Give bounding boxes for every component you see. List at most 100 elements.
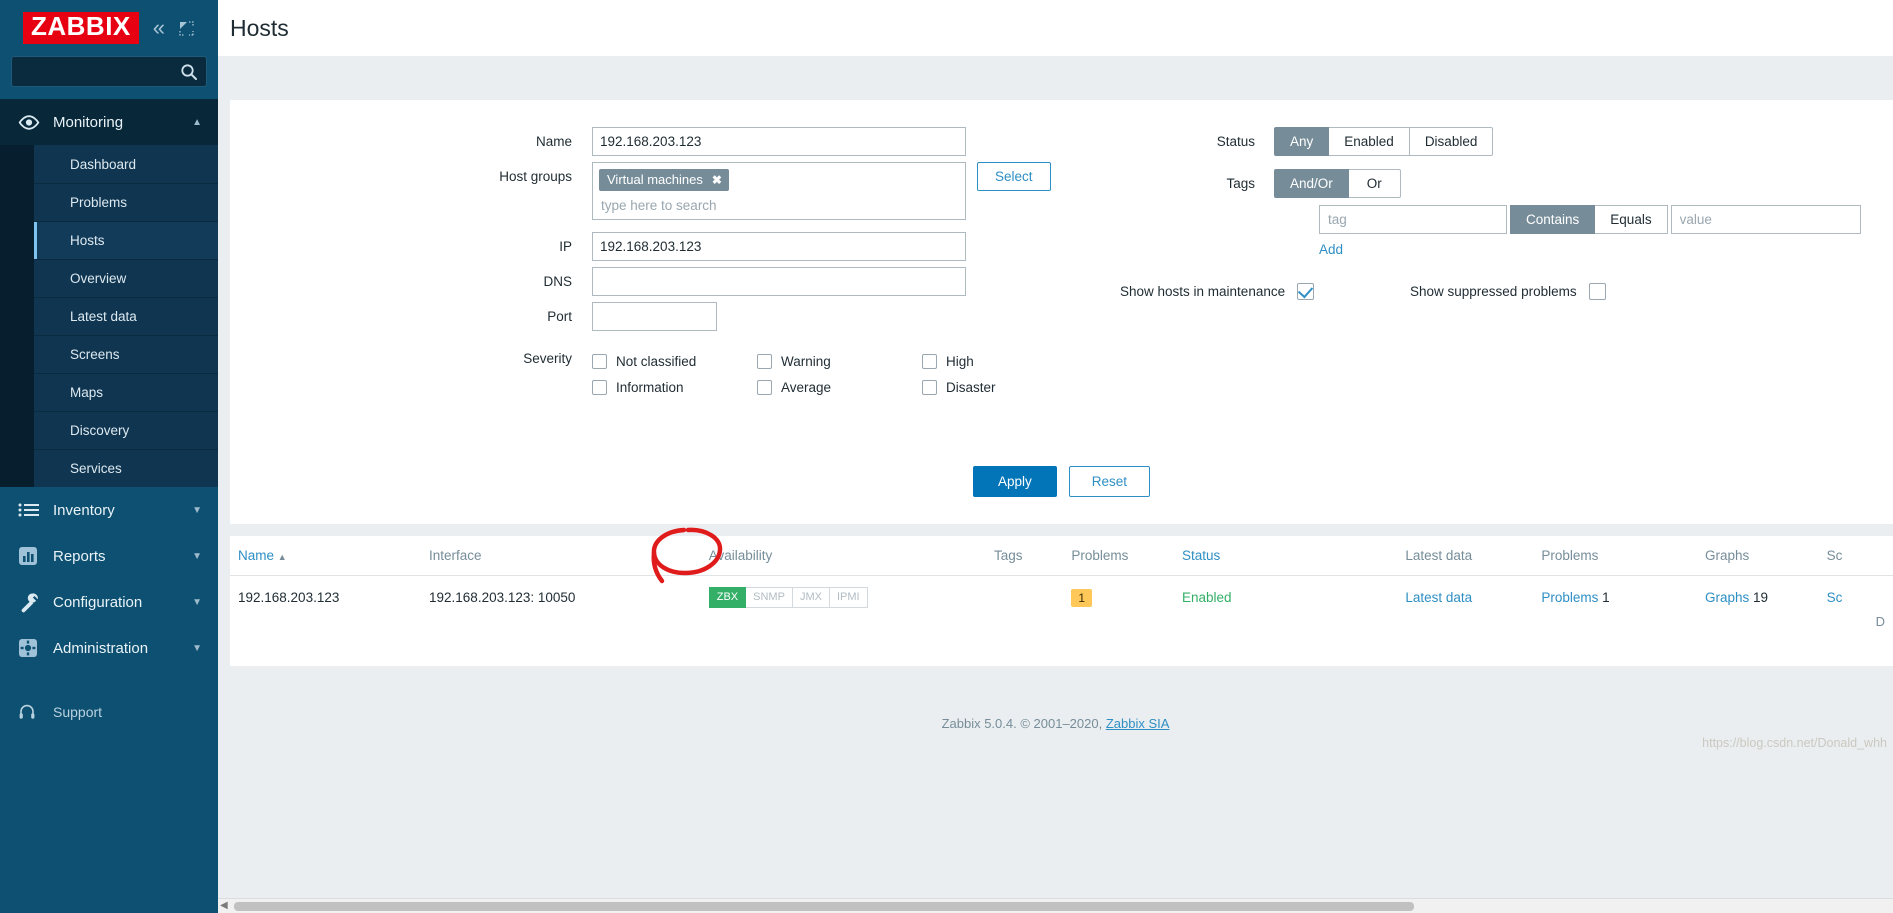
add-tag-link[interactable]: Add — [1319, 242, 1343, 257]
latest-data-link[interactable]: Latest data — [1405, 590, 1472, 605]
filter-show-maintenance[interactable]: Show hosts in maintenance — [1120, 283, 1315, 300]
tag-match-equals[interactable]: Equals — [1595, 205, 1668, 234]
sort-asc-icon[interactable]: ▲ — [278, 552, 287, 562]
sidebar-item-overview[interactable]: Overview — [34, 259, 218, 297]
problems-link[interactable]: Problems — [1541, 590, 1598, 605]
column-header-interface: Interface — [429, 536, 709, 576]
severity-disaster[interactable]: Disaster — [922, 374, 1087, 400]
tag-value-input[interactable] — [1670, 205, 1861, 234]
checkbox[interactable] — [757, 379, 772, 395]
ip-input[interactable] — [592, 232, 966, 261]
sidebar-subitem-label: Latest data — [70, 309, 137, 324]
chevron-double-left-icon[interactable]: « — [153, 17, 165, 39]
port-input[interactable] — [592, 302, 717, 331]
reset-button[interactable]: Reset — [1068, 466, 1151, 497]
tag-match-contains[interactable]: Contains — [1510, 205, 1596, 234]
gear-icon — [18, 638, 44, 658]
sidebar-item-administration[interactable]: Administration ▼ — [0, 625, 218, 671]
scrollbar-thumb[interactable] — [234, 902, 1414, 911]
tag-name-input[interactable] — [1319, 205, 1507, 234]
sidebar-item-problems[interactable]: Problems — [34, 183, 218, 221]
tags-operator-or[interactable]: Or — [1348, 169, 1401, 198]
show-maintenance-checkbox[interactable] — [1297, 283, 1315, 300]
severity-average[interactable]: Average — [757, 374, 922, 400]
severity-information[interactable]: Information — [592, 374, 757, 400]
expand-arrow-icon[interactable] — [178, 20, 195, 37]
status-option-any[interactable]: Any — [1274, 127, 1330, 156]
chevron-down-icon[interactable]: ▼ — [192, 551, 202, 562]
status-option-enabled[interactable]: Enabled — [1329, 127, 1410, 156]
column-header-screens: Sc — [1826, 536, 1893, 576]
sidebar-item-configuration[interactable]: Configuration ▼ — [0, 579, 218, 625]
column-header-name[interactable]: Name ▲ — [230, 536, 430, 576]
severity-high[interactable]: High — [922, 348, 1087, 374]
sidebar-subitem-label: Services — [70, 461, 122, 476]
name-input[interactable] — [592, 127, 966, 156]
sidebar-item-latest-data[interactable]: Latest data — [34, 297, 218, 335]
cell-latest-data: Latest data — [1405, 576, 1541, 620]
checkbox[interactable] — [757, 353, 772, 369]
wrench-icon — [18, 592, 44, 613]
sidebar-item-support[interactable]: Support — [0, 691, 218, 733]
horizontal-scrollbar[interactable]: ◀ — [218, 898, 1893, 913]
scroll-left-arrow-icon[interactable]: ◀ — [220, 900, 228, 911]
page-title: Hosts — [230, 15, 289, 41]
availability-badge-jmx[interactable]: JMX — [792, 587, 830, 608]
status-badge[interactable]: 1 — [1071, 588, 1093, 607]
close-icon[interactable]: ✖ — [712, 173, 722, 187]
apply-button[interactable]: Apply — [972, 466, 1057, 497]
column-header-problems: Problems — [1071, 536, 1182, 576]
sidebar-item-screens[interactable]: Screens — [34, 335, 218, 373]
show-suppressed-checkbox[interactable] — [1588, 283, 1606, 300]
sidebar-subitem-label: Problems — [70, 195, 128, 210]
cell-problems-badge: 1 — [1071, 576, 1182, 620]
availability-badge-ipmi[interactable]: IPMI — [829, 587, 868, 608]
sidebar-item-services[interactable]: Services — [34, 449, 218, 487]
sidebar-item-reports[interactable]: Reports ▼ — [0, 533, 218, 579]
cell-problems-link: Problems 1 — [1541, 576, 1705, 620]
sidebar-item-inventory[interactable]: Inventory ▼ — [0, 487, 218, 533]
show-suppressed-label: Show suppressed problems — [1410, 284, 1577, 299]
availability-badge-group: ZBX SNMP JMX IPMI — [708, 587, 868, 608]
search-box[interactable] — [11, 56, 207, 87]
cell-host-name[interactable]: 192.168.203.123 — [230, 576, 429, 620]
chevron-down-icon[interactable]: ▼ — [192, 597, 202, 608]
chevron-up-icon[interactable]: ▲ — [192, 117, 202, 128]
availability-badge-snmp[interactable]: SNMP — [746, 587, 793, 608]
sidebar-item-maps[interactable]: Maps — [34, 373, 218, 411]
search-input[interactable] — [12, 57, 206, 86]
zabbix-logo[interactable]: ZABBIX — [23, 12, 139, 44]
severity-not-classified[interactable]: Not classified — [592, 348, 757, 374]
checkbox[interactable] — [592, 353, 607, 369]
zabbix-sia-link[interactable]: Zabbix SIA — [1106, 716, 1170, 731]
sidebar-item-discovery[interactable]: Discovery — [34, 411, 218, 449]
status-option-disabled[interactable]: Disabled — [1409, 127, 1494, 156]
host-group-chip[interactable]: Virtual machines ✖ — [599, 169, 729, 191]
column-header-graphs: Graphs — [1704, 536, 1827, 576]
host-groups-placeholder[interactable]: type here to search — [599, 191, 959, 215]
severity-warning[interactable]: Warning — [757, 348, 922, 374]
availability-badge-zbx[interactable]: ZBX — [708, 587, 747, 608]
severity-option-label: Not classified — [616, 353, 697, 369]
graphs-link[interactable]: Graphs — [1705, 590, 1749, 605]
column-header-status[interactable]: Status — [1181, 536, 1406, 576]
sidebar-item-hosts[interactable]: Hosts — [34, 221, 218, 259]
screens-link[interactable]: Sc — [1827, 590, 1843, 605]
severity-option-label: Information — [616, 379, 684, 395]
sidebar-item-label: Reports — [53, 547, 106, 565]
checkbox[interactable] — [592, 379, 607, 395]
host-groups-multiselect[interactable]: Virtual machines ✖ type here to search — [592, 162, 966, 220]
sidebar-item-monitoring[interactable]: Monitoring ▲ — [0, 99, 218, 145]
checkbox[interactable] — [922, 353, 937, 369]
dns-input[interactable] — [592, 267, 966, 296]
filter-show-suppressed[interactable]: Show suppressed problems — [1410, 283, 1606, 300]
select-button[interactable]: Select — [977, 162, 1051, 191]
sidebar-item-dashboard[interactable]: Dashboard — [34, 145, 218, 183]
main-content: Name Host groups Virtual machines ✖ type… — [218, 56, 1893, 913]
table-row[interactable]: 192.168.203.123 192.168.203.123: 10050 Z… — [230, 576, 1893, 620]
checkbox[interactable] — [922, 379, 937, 395]
tags-operator-andor[interactable]: And/Or — [1274, 169, 1349, 198]
chevron-down-icon[interactable]: ▼ — [192, 643, 202, 654]
chevron-down-icon[interactable]: ▼ — [192, 505, 202, 516]
search-icon[interactable] — [180, 63, 198, 81]
